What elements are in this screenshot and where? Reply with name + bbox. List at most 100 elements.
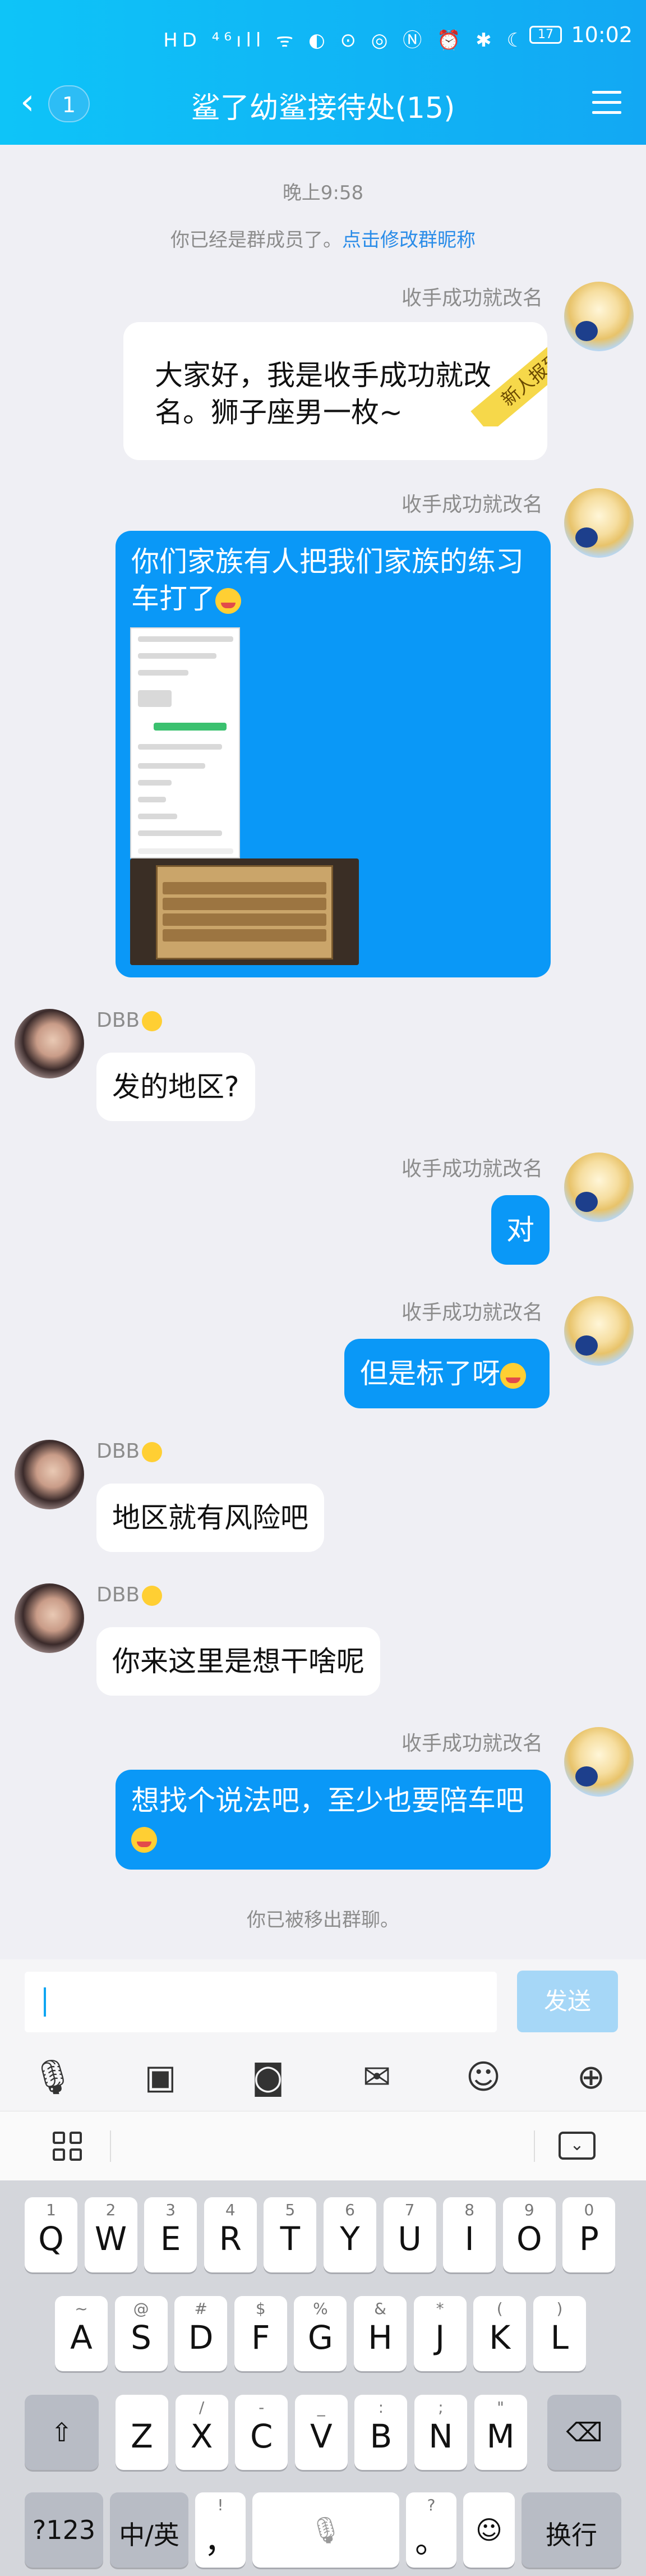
key-secondary-label: ~ [75, 2299, 88, 2318]
clock: 10:02 [571, 22, 633, 47]
screenshot-image[interactable] [130, 627, 240, 858]
message-bubble[interactable]: 但是标了呀 [344, 1339, 550, 1408]
menu-icon[interactable] [592, 91, 621, 117]
image-icon[interactable]: ▣ [138, 2055, 183, 2100]
flushed-emoji-icon [142, 1442, 163, 1462]
emoji-key[interactable]: ☺ [463, 2492, 515, 2568]
space-key[interactable]: 🎙 [252, 2492, 399, 2568]
message-bubble[interactable]: 想找个说法吧，至少也要陪车吧 [116, 1770, 551, 1870]
camera-icon[interactable]: ◙ [246, 2055, 290, 2100]
key-v[interactable]: _ V [294, 2395, 348, 2470]
message-bubble[interactable]: 你来这里是想干啥呢 [96, 1627, 380, 1696]
avatar[interactable] [564, 1296, 634, 1366]
avatar[interactable] [15, 1440, 84, 1509]
key-secondary-label: 2 [105, 2201, 116, 2219]
key-x[interactable]: / X [175, 2395, 228, 2470]
key-label: F [251, 2318, 270, 2357]
key-l[interactable]: ) L [533, 2296, 586, 2371]
key-f[interactable]: $ F [234, 2296, 287, 2371]
key-p[interactable]: 0P [562, 2197, 616, 2272]
avatar[interactable] [15, 1009, 84, 1078]
key-secondary-label: _ [317, 2398, 325, 2417]
hide-keyboard-icon[interactable]: ⌄ [559, 2132, 596, 2160]
key-y[interactable]: 6Y [324, 2197, 376, 2272]
input-bar: 发送 [0, 1959, 646, 2044]
key-label: H [368, 2318, 393, 2357]
sender-name: 收手成功就改名 [401, 287, 543, 310]
key-secondary-label: - [259, 2398, 265, 2417]
red-packet-icon[interactable]: ✉ [354, 2055, 399, 2100]
flushed-emoji-icon [142, 1011, 163, 1031]
key-i[interactable]: 8I [443, 2197, 496, 2272]
back-button[interactable]: ‹ 1 [20, 83, 93, 122]
key-label: Y [340, 2220, 360, 2258]
period-key[interactable]: ?。 [406, 2492, 456, 2568]
joined-text: 你已经是群成员了。 [170, 229, 342, 251]
avatar[interactable] [564, 1152, 634, 1222]
apps-grid-icon[interactable] [53, 2132, 83, 2162]
header-bar: HD ⁴⁶ıll ᯤ ◐ ⊙ ◎ Ⓝ ⏰ ✱ ☾ 17 10:02 ‹ 1 鲨了… [0, 0, 646, 145]
key-z[interactable]: Z [116, 2395, 168, 2470]
key-k[interactable]: (K [473, 2296, 527, 2371]
key-secondary-label: 8 [464, 2201, 475, 2219]
key-secondary-label: ! [217, 2496, 224, 2514]
key-w[interactable]: 2W [84, 2197, 137, 2272]
newcomer-ribbon: 新人报到 [445, 322, 547, 426]
avatar[interactable] [15, 1583, 84, 1653]
avatar[interactable] [564, 282, 634, 351]
message-bubble[interactable]: 发的地区? [96, 1053, 255, 1121]
key-e[interactable]: 3E [144, 2197, 197, 2272]
key-a[interactable]: ~ A [55, 2296, 108, 2371]
chat-title: 鲨了幼鲨接待处(15) [191, 91, 455, 125]
key-secondary-label: : [378, 2398, 384, 2417]
key-secondary-label: 4 [225, 2201, 236, 2219]
key-r[interactable]: 4R [204, 2197, 257, 2272]
key-label: J [435, 2318, 445, 2357]
message-bubble[interactable]: 对 [491, 1195, 550, 1265]
avatar[interactable] [564, 1727, 634, 1797]
shift-key[interactable]: ⇧ [25, 2395, 99, 2470]
key-label: V [310, 2417, 333, 2455]
key-b[interactable]: :B [354, 2395, 408, 2470]
key-c[interactable]: -C [235, 2395, 288, 2470]
message-text: 你们家族有人把我们家族的练习车打了 [131, 545, 524, 615]
key-d[interactable]: # D [174, 2296, 228, 2371]
key-q[interactable]: 1Q [25, 2197, 77, 2272]
emoji-icon[interactable]: ☺ [461, 2055, 506, 2100]
edit-nickname-link[interactable]: 点击修改群昵称 [342, 229, 476, 251]
numbers-key[interactable]: ?123 [25, 2492, 103, 2568]
key-o[interactable]: 9O [502, 2197, 556, 2272]
language-switch-key[interactable]: 中/英 [110, 2492, 188, 2568]
backspace-key[interactable]: ⌫ [547, 2395, 621, 2470]
key-j[interactable]: * J [413, 2296, 467, 2371]
plus-icon[interactable]: ⊕ [569, 2055, 613, 2100]
message-input[interactable] [25, 1972, 497, 2032]
mic-icon: 🎙 [309, 2515, 343, 2545]
key-g[interactable]: % G [294, 2296, 347, 2371]
comma-key[interactable]: !， [195, 2492, 246, 2568]
key-label: Z [131, 2417, 153, 2455]
key-t[interactable]: 5T [264, 2197, 317, 2272]
key-u[interactable]: 7U [383, 2197, 436, 2272]
message-bubble[interactable]: 大家好，我是收手成功就改名。狮子座男一枚~ 新人报到 [123, 322, 547, 460]
key-s[interactable]: @ S [114, 2296, 168, 2371]
key-secondary-label: 3 [165, 2201, 176, 2219]
key-h[interactable]: & H [354, 2296, 407, 2371]
message-bubble[interactable]: 地区就有风险吧 [96, 1484, 324, 1552]
key-label: D [188, 2318, 214, 2357]
message-text: 发的地区? [112, 1071, 239, 1103]
send-button[interactable]: 发送 [517, 1971, 618, 2032]
avatar[interactable] [564, 488, 634, 558]
keyboard-toolbar: ⌄ [0, 2111, 646, 2180]
microphone-icon[interactable]: 🎙 [30, 2055, 75, 2100]
key-m[interactable]: " M [474, 2395, 527, 2470]
enter-key[interactable]: 换行 [522, 2492, 621, 2568]
sender-name: 收手成功就改名 [401, 1158, 543, 1181]
key-secondary-label: 6 [345, 2201, 355, 2219]
key-label: 中/英 [119, 2520, 179, 2550]
key-label: L [550, 2318, 569, 2357]
sender-name: DBB [96, 1583, 163, 1606]
key-n[interactable]: ; N [414, 2395, 467, 2470]
game-screenshot-image[interactable] [130, 858, 359, 965]
key-label: B [370, 2417, 393, 2455]
